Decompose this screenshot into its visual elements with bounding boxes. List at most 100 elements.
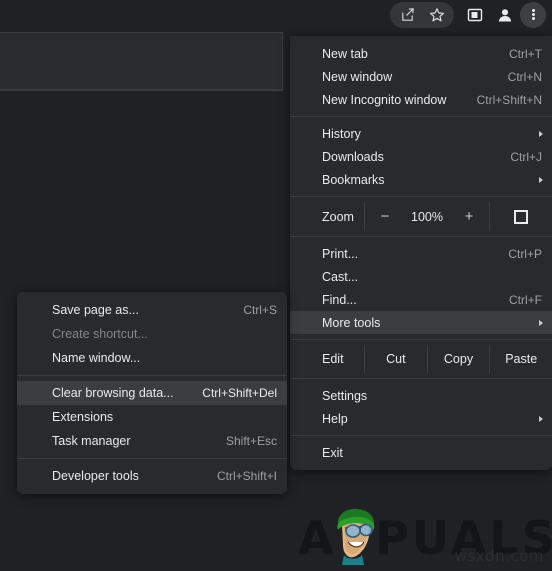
side-panel-icon[interactable]: [460, 2, 490, 28]
menu-separator: [17, 458, 287, 459]
menu-item-find[interactable]: Find... Ctrl+F: [290, 288, 552, 311]
menu-item-label: Clear browsing data...: [52, 386, 174, 400]
menu-item-cast[interactable]: Cast...: [290, 265, 552, 288]
copy-button[interactable]: Copy: [426, 345, 490, 373]
menu-item-accelerator: Ctrl+Shift+Del: [202, 386, 277, 400]
submenu-item-create-shortcut: Create shortcut...: [17, 322, 287, 346]
toolbar-action-pill: [390, 1, 454, 28]
menu-group: Print... Ctrl+P Cast... Find... Ctrl+F M…: [290, 242, 552, 334]
menu-item-accelerator: Ctrl+T: [509, 46, 542, 61]
menu-item-label: Exit: [322, 445, 343, 460]
chevron-right-icon: [539, 176, 543, 183]
fullscreen-button[interactable]: [490, 202, 552, 231]
menu-item-label: Cast...: [322, 269, 359, 284]
profile-avatar-icon[interactable]: [490, 2, 520, 28]
menu-separator: [290, 236, 552, 237]
chevron-right-icon: [539, 319, 543, 326]
zoom-in-button[interactable]: +: [462, 209, 476, 224]
submenu-item-save-page-as[interactable]: Save page as... Ctrl+S: [17, 298, 287, 322]
submenu-item-name-window[interactable]: Name window...: [17, 346, 287, 370]
menu-separator: [290, 339, 552, 340]
menu-group: Save page as... Ctrl+S Create shortcut..…: [17, 298, 287, 370]
menu-separator: [290, 116, 552, 117]
menu-item-more-tools[interactable]: More tools: [290, 311, 552, 334]
menu-group: Settings Help: [290, 384, 552, 430]
menu-item-label: Find...: [322, 292, 357, 307]
chevron-right-icon: [539, 415, 543, 422]
menu-item-label: Downloads: [322, 149, 384, 164]
menu-item-accelerator: Ctrl+Shift+I: [216, 469, 277, 483]
submenu-item-task-manager[interactable]: Task manager Shift+Esc: [17, 429, 287, 453]
menu-item-label: History: [322, 126, 361, 141]
menu-separator: [290, 435, 552, 436]
appuals-mascot-icon: [337, 508, 375, 565]
edit-label: Edit: [322, 352, 344, 366]
menu-item-label: More tools: [322, 315, 381, 330]
menu-group: Exit: [290, 441, 552, 464]
menu-item-label: Name window...: [52, 351, 141, 365]
menu-item-label: Create shortcut...: [52, 327, 148, 341]
menu-item-label: Task manager: [52, 434, 131, 448]
chrome-main-menu: New tab Ctrl+T New window Ctrl+N New Inc…: [290, 36, 552, 470]
chevron-right-icon: [539, 130, 543, 137]
menu-group: Developer tools Ctrl+Shift+I: [17, 464, 287, 488]
menu-separator: [290, 196, 552, 197]
cut-button[interactable]: Cut: [364, 345, 427, 373]
menu-item-accelerator: Ctrl+P: [508, 246, 542, 261]
menu-item-accelerator: Ctrl+Shift+N: [476, 92, 542, 107]
submenu-item-clear-browsing-data[interactable]: Clear browsing data... Ctrl+Shift+Del: [17, 381, 287, 405]
menu-item-label: Developer tools: [52, 469, 139, 483]
zoom-label: Zoom: [322, 209, 354, 224]
submenu-item-extensions[interactable]: Extensions: [17, 405, 287, 429]
fullscreen-icon: [514, 209, 528, 224]
menu-group: Clear browsing data... Ctrl+Shift+Del Ex…: [17, 381, 287, 453]
zoom-controls: − 100% +: [364, 202, 490, 231]
menu-item-history[interactable]: History: [290, 122, 552, 145]
menu-item-accelerator: Shift+Esc: [225, 434, 277, 448]
source-watermark: wsxdn.com: [454, 547, 544, 565]
menu-item-label: Bookmarks: [322, 172, 385, 187]
menu-item-label: Settings: [322, 388, 368, 403]
menu-item-print[interactable]: Print... Ctrl+P: [290, 242, 552, 265]
dot: [531, 17, 535, 21]
more-tools-submenu: Save page as... Ctrl+S Create shortcut..…: [17, 292, 287, 494]
menu-item-accelerator: Ctrl+J: [510, 149, 542, 164]
toolbar-icon-group: [390, 0, 546, 29]
menu-group: History Downloads Ctrl+J Bookmarks: [290, 122, 552, 191]
menu-item-label: New tab: [322, 46, 368, 61]
menu-item-label: Save page as...: [52, 303, 139, 317]
menu-separator: [290, 378, 552, 379]
paste-button[interactable]: Paste: [489, 345, 552, 373]
content-panel-divider: [0, 90, 283, 91]
three-dot-menu-icon[interactable]: [520, 1, 546, 28]
zoom-level-value: 100%: [411, 209, 443, 224]
dot: [531, 13, 535, 16]
menu-item-new-incognito-window[interactable]: New Incognito window Ctrl+Shift+N: [290, 88, 552, 111]
submenu-item-developer-tools[interactable]: Developer tools Ctrl+Shift+I: [17, 464, 287, 488]
menu-item-exit[interactable]: Exit: [290, 441, 552, 464]
menu-row-edit: Edit Cut Copy Paste: [290, 345, 552, 373]
menu-item-settings[interactable]: Settings: [290, 384, 552, 407]
menu-item-new-window[interactable]: New window Ctrl+N: [290, 65, 552, 88]
zoom-out-button[interactable]: −: [378, 209, 392, 224]
share-icon[interactable]: [392, 2, 422, 28]
menu-item-new-tab[interactable]: New tab Ctrl+T: [290, 42, 552, 65]
menu-item-label: Help: [322, 411, 348, 426]
menu-item-accelerator: Ctrl+S: [243, 303, 277, 317]
menu-item-downloads[interactable]: Downloads Ctrl+J: [290, 145, 552, 168]
menu-separator: [17, 375, 287, 376]
content-panel-box: [0, 32, 283, 90]
browser-window: AXPUALS: [0, 0, 552, 571]
menu-item-accelerator: Ctrl+N: [507, 69, 542, 84]
menu-item-bookmarks[interactable]: Bookmarks: [290, 168, 552, 191]
menu-row-zoom: Zoom − 100% +: [290, 202, 552, 231]
menu-item-help[interactable]: Help: [290, 407, 552, 430]
menu-item-label: New window: [322, 69, 393, 84]
star-icon[interactable]: [422, 2, 452, 28]
browser-toolbar: [0, 0, 552, 29]
menu-item-label: Print...: [322, 246, 359, 261]
menu-item-label: New Incognito window: [322, 92, 447, 107]
menu-item-accelerator: Ctrl+F: [509, 292, 542, 307]
dot: [531, 8, 535, 12]
menu-item-label: Extensions: [52, 410, 114, 424]
